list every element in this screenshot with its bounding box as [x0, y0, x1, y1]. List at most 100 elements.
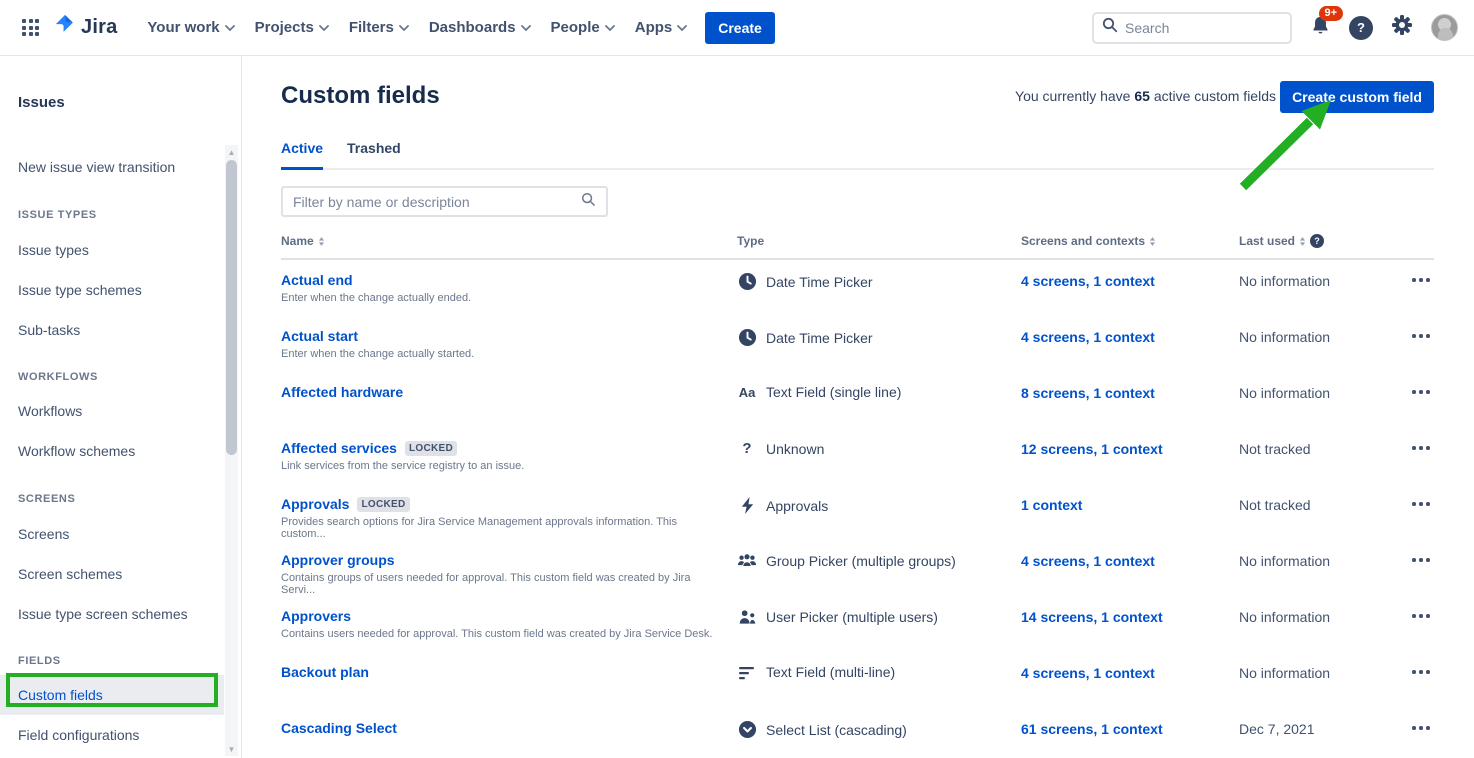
nav-menu-people[interactable]: People — [541, 13, 625, 42]
field-name-link[interactable]: Approver groups — [281, 552, 395, 568]
scroll-up-icon[interactable]: ▲ — [225, 145, 238, 159]
row-actions-menu-icon[interactable] — [1408, 666, 1434, 678]
clock-icon — [737, 328, 757, 347]
sidebar-item-issue-types[interactable]: Issue types — [0, 230, 224, 270]
field-name-link[interactable]: Backout plan — [281, 664, 369, 680]
scrollbar-thumb[interactable] — [226, 160, 237, 455]
custom-fields-content: Custom fields You currently have 65 acti… — [243, 56, 1474, 758]
group-icon — [737, 552, 757, 570]
column-header-screens-contexts[interactable]: Screens and contexts — [1021, 234, 1156, 248]
nav-menu-your-work[interactable]: Your work — [137, 13, 244, 42]
screens-contexts-link[interactable]: 1 context — [1021, 497, 1082, 513]
sidebar-item-screen-schemes[interactable]: Screen schemes — [0, 554, 224, 594]
last-used-value: No information — [1239, 273, 1330, 289]
screens-contexts-link[interactable]: 14 screens, 1 context — [1021, 609, 1163, 625]
nav-menu-filters[interactable]: Filters — [339, 13, 419, 42]
field-type-label: User Picker (multiple users) — [766, 609, 938, 625]
custom-fields-table: Actual end Enter when the change actuall… — [243, 262, 1474, 758]
sidebar-item-new-issue-view-transition[interactable]: New issue view transition — [0, 147, 224, 187]
row-actions-menu-icon[interactable] — [1408, 442, 1434, 454]
field-name-link[interactable]: Approvals — [281, 496, 349, 512]
row-actions-menu-icon[interactable] — [1408, 274, 1434, 286]
field-name-link[interactable]: Affected hardware — [281, 384, 403, 400]
settings-button[interactable] — [1390, 13, 1414, 42]
row-actions-menu-icon[interactable] — [1408, 386, 1434, 398]
sort-icon — [1149, 236, 1156, 247]
field-name-link[interactable]: Cascading Select — [281, 720, 397, 736]
scroll-down-icon[interactable]: ▼ — [225, 742, 238, 756]
sidebar-item-workflows[interactable]: Workflows — [0, 391, 224, 431]
tab-trashed[interactable]: Trashed — [347, 140, 401, 168]
column-header-name[interactable]: Name — [281, 234, 325, 248]
nav-menu-apps[interactable]: Apps — [625, 13, 698, 42]
field-description: Contains users needed for approval. This… — [281, 628, 721, 640]
notifications-button[interactable]: 9+ — [1309, 14, 1332, 42]
jira-logo[interactable]: Jira — [51, 12, 117, 43]
search-input[interactable] — [1125, 20, 1275, 36]
sort-icon — [1299, 236, 1306, 247]
jira-logo-icon — [51, 12, 77, 43]
screens-contexts-link[interactable]: 4 screens, 1 context — [1021, 665, 1155, 681]
tab-active[interactable]: Active — [281, 140, 323, 170]
last-used-value: No information — [1239, 665, 1330, 681]
create-custom-field-button[interactable]: Create custom field — [1280, 81, 1434, 113]
table-row: Affected hardware Aa Text Field (single … — [243, 374, 1474, 430]
sidebar-item-custom-fields[interactable]: Custom fields — [0, 675, 224, 715]
sidebar-item-issue-type-screen-schemes[interactable]: Issue type screen schemes — [0, 594, 224, 634]
field-name-link[interactable]: Approvers — [281, 608, 351, 624]
help-button[interactable]: ? — [1349, 16, 1373, 40]
app-switcher-icon[interactable] — [22, 19, 39, 36]
column-header-last-used[interactable]: Last used ? — [1239, 234, 1324, 248]
help-icon[interactable]: ? — [1310, 234, 1324, 248]
gear-icon — [1390, 13, 1414, 42]
field-description: Link services from the service registry … — [281, 460, 721, 472]
row-actions-menu-icon[interactable] — [1408, 554, 1434, 566]
last-used-value: Dec 7, 2021 — [1239, 721, 1315, 737]
row-actions-menu-icon[interactable] — [1408, 610, 1434, 622]
last-used-value: No information — [1239, 609, 1330, 625]
active-fields-summary: You currently have 65 active custom fiel… — [1015, 88, 1276, 104]
global-search[interactable] — [1092, 12, 1292, 44]
sidebar-item-screens[interactable]: Screens — [0, 514, 224, 554]
row-actions-menu-icon[interactable] — [1408, 498, 1434, 510]
field-name-link[interactable]: Affected services — [281, 440, 397, 456]
filter-field[interactable] — [281, 186, 608, 217]
jira-admin-custom-fields-page: { "top_nav": { "product": "Jira", "menus… — [0, 0, 1474, 758]
field-name-link[interactable]: Actual start — [281, 328, 358, 344]
sidebar-item-sub-tasks[interactable]: Sub-tasks — [0, 310, 224, 350]
field-type-label: Approvals — [766, 498, 828, 514]
row-actions-menu-icon[interactable] — [1408, 722, 1434, 734]
table-row: Approvers Contains users needed for appr… — [243, 598, 1474, 654]
sidebar-item-issue-type-schemes[interactable]: Issue type schemes — [0, 270, 224, 310]
sidebar-item-field-configurations[interactable]: Field configurations — [0, 715, 224, 755]
sidebar-scrollbar[interactable]: ▲ ▼ — [225, 145, 238, 756]
nav-menu-projects[interactable]: Projects — [245, 13, 339, 42]
last-used-value: No information — [1239, 385, 1330, 401]
table-header-divider — [281, 258, 1434, 260]
field-name-link[interactable]: Actual end — [281, 272, 353, 288]
question-mark-icon: ? — [1357, 20, 1365, 35]
user-avatar[interactable] — [1431, 14, 1458, 41]
notification-count-badge: 9+ — [1319, 6, 1343, 21]
field-type-label: Text Field (multi-line) — [766, 664, 895, 680]
screens-contexts-link[interactable]: 4 screens, 1 context — [1021, 329, 1155, 345]
screens-contexts-link[interactable]: 4 screens, 1 context — [1021, 553, 1155, 569]
field-type-label: Unknown — [766, 441, 824, 457]
table-row: Backout plan Text Field (multi-line) 4 s… — [243, 654, 1474, 710]
screens-contexts-link[interactable]: 61 screens, 1 context — [1021, 721, 1163, 737]
chevron-down-icon — [521, 19, 531, 36]
nav-menu-dashboards[interactable]: Dashboards — [419, 13, 541, 42]
sidebar-section-issue-types: ISSUE TYPES — [18, 205, 97, 225]
tab-bar: Active Trashed — [281, 140, 1434, 170]
screens-contexts-link[interactable]: 8 screens, 1 context — [1021, 385, 1155, 401]
filter-input[interactable] — [293, 194, 581, 210]
screens-contexts-link[interactable]: 12 screens, 1 context — [1021, 441, 1163, 457]
create-button[interactable]: Create — [705, 12, 775, 44]
sort-icon — [318, 236, 325, 247]
sidebar-item-workflow-schemes[interactable]: Workflow schemes — [0, 431, 224, 471]
search-icon — [581, 192, 596, 212]
jira-logo-text: Jira — [81, 16, 117, 39]
screens-contexts-link[interactable]: 4 screens, 1 context — [1021, 273, 1155, 289]
row-actions-menu-icon[interactable] — [1408, 330, 1434, 342]
table-row: Cascading Select Select List (cascading)… — [243, 710, 1474, 758]
